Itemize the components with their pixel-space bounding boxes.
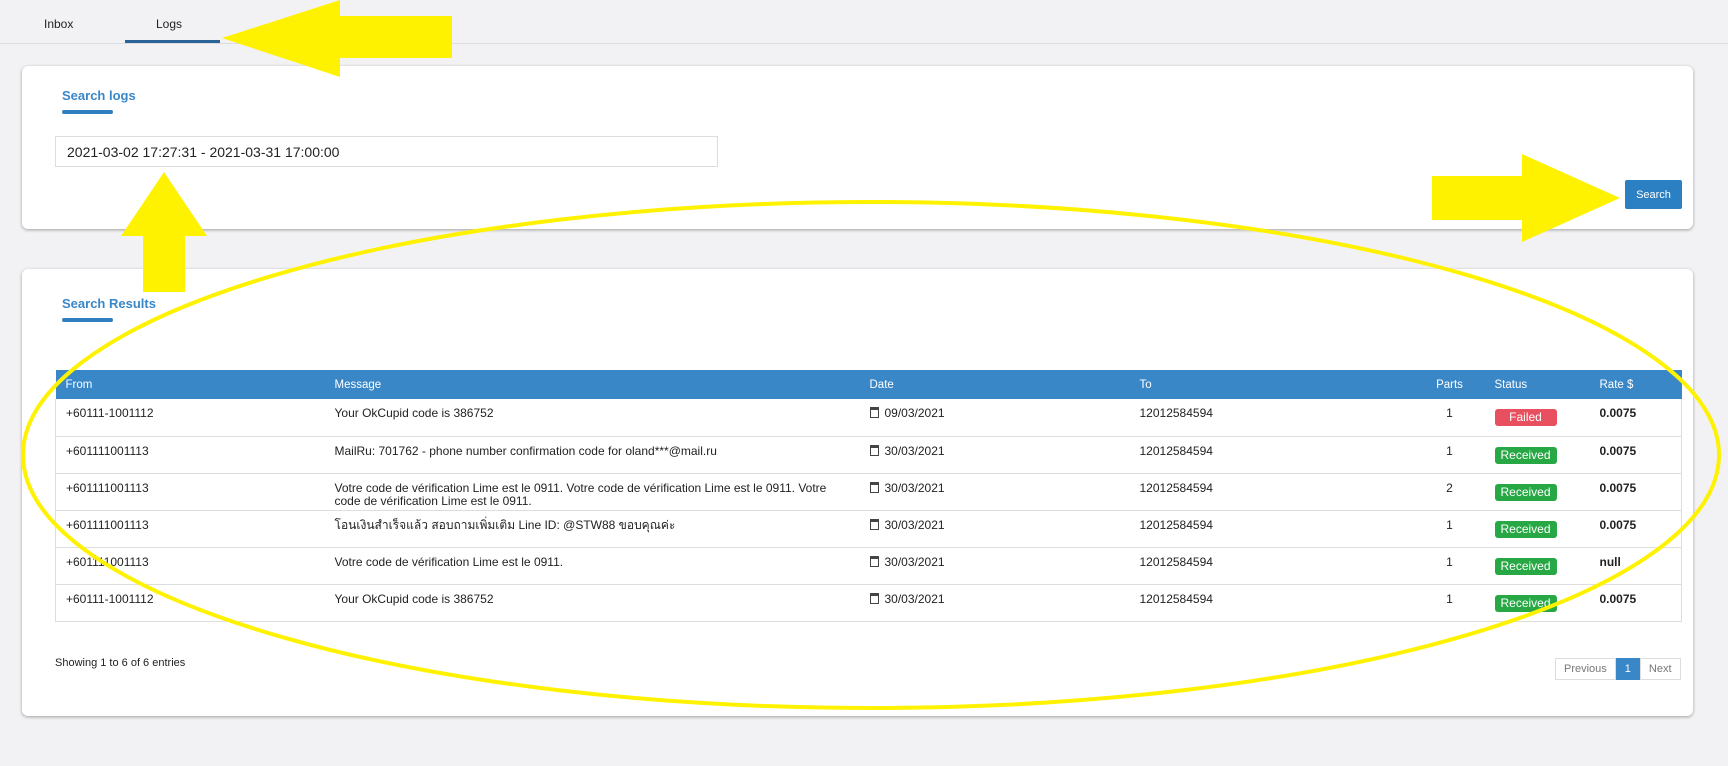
status-badge: Received — [1494, 594, 1557, 612]
status-badge: Received — [1494, 557, 1557, 575]
status-cell: Received — [1484, 547, 1590, 585]
calendar-icon — [869, 481, 879, 493]
previous-button[interactable]: Previous — [1555, 658, 1616, 680]
results-title: Search Results — [62, 296, 156, 322]
col-to[interactable]: To — [1129, 370, 1415, 399]
date-cell: 30/03/2021 — [859, 510, 1130, 548]
from-cell: +60111-1001112 — [55, 584, 325, 622]
parts-cell: 1 — [1414, 399, 1485, 437]
search-title: Search logs — [62, 88, 136, 114]
results-table: From Message Date To Parts Status Rate $… — [55, 370, 1682, 622]
date-range-input[interactable]: 2021-03-02 17:27:31 - 2021-03-31 17:00:0… — [55, 136, 718, 167]
message-cell: Your OkCupid code is 386752 — [324, 584, 860, 622]
col-message[interactable]: Message — [324, 370, 860, 399]
message-cell: Votre code de vérification Lime est le 0… — [324, 473, 860, 511]
date-text: 30/03/2021 — [884, 517, 945, 532]
table-row: +60111-1001112 Your OkCupid code is 3867… — [55, 584, 1682, 622]
table-row: +601111001113 MailRu: 701762 - phone num… — [55, 436, 1682, 474]
col-rate[interactable]: Rate $ — [1589, 370, 1682, 399]
status-cell: Received — [1484, 584, 1590, 622]
date-text: 09/03/2021 — [884, 406, 945, 420]
search-card: Search logs 2021-03-02 17:27:31 - 2021-0… — [22, 66, 1693, 229]
date-cell: 30/03/2021 — [859, 547, 1130, 585]
message-cell: โอนเงินสำเร็จแล้ว สอบถามเพิ่มเติม Line I… — [324, 510, 860, 548]
col-date[interactable]: Date — [859, 370, 1130, 399]
date-cell: 09/03/2021 — [859, 399, 1130, 437]
to-cell: 12012584594 — [1129, 436, 1415, 474]
calendar-icon — [869, 444, 879, 456]
col-from[interactable]: From — [55, 370, 325, 399]
table-header: From Message Date To Parts Status Rate $ — [55, 370, 1682, 399]
col-parts[interactable]: Parts — [1414, 370, 1485, 399]
status-cell: Failed — [1484, 399, 1590, 437]
table-row: +601111001113 โอนเงินสำเร็จแล้ว สอบถามเพ… — [55, 510, 1682, 548]
parts-cell: 1 — [1414, 510, 1485, 548]
calendar-icon — [869, 555, 879, 567]
from-cell: +601111001113 — [55, 510, 325, 548]
calendar-icon — [869, 407, 879, 418]
status-badge: Received — [1494, 446, 1557, 464]
date-cell: 30/03/2021 — [859, 436, 1130, 474]
to-cell: 12012584594 — [1129, 399, 1415, 437]
message-cell: MailRu: 701762 - phone number confirmati… — [324, 436, 860, 474]
date-cell: 30/03/2021 — [859, 473, 1130, 511]
col-status[interactable]: Status — [1484, 370, 1590, 399]
tab-logs[interactable]: Logs — [124, 17, 221, 43]
parts-cell: 1 — [1414, 584, 1485, 622]
date-text: 30/03/2021 — [884, 591, 945, 606]
to-cell: 12012584594 — [1129, 473, 1415, 511]
calendar-icon — [869, 518, 879, 530]
message-cell: Your OkCupid code is 386752 — [324, 399, 860, 437]
rate-cell: 0.0075 — [1589, 399, 1682, 437]
page-1-button[interactable]: 1 — [1615, 658, 1640, 680]
table-row: +601111001113 Votre code de vérification… — [55, 547, 1682, 585]
parts-cell: 2 — [1414, 473, 1485, 511]
results-card: Search Results From Message Date To Part… — [22, 269, 1693, 716]
rate-cell: 0.0075 — [1589, 510, 1682, 548]
from-cell: +601111001113 — [55, 547, 325, 585]
rate-cell: 0.0075 — [1589, 473, 1682, 511]
status-badge: Failed — [1494, 409, 1557, 426]
search-button[interactable]: Search — [1625, 180, 1682, 209]
entries-info: Showing 1 to 6 of 6 entries — [55, 657, 186, 669]
from-cell: +601111001113 — [55, 473, 325, 511]
calendar-icon — [869, 592, 879, 604]
rate-cell: 0.0075 — [1589, 436, 1682, 474]
rate-cell: 0.0075 — [1589, 584, 1682, 622]
pagination: Previous 1 Next — [1555, 658, 1681, 680]
table-row: +60111-1001112 Your OkCupid code is 3867… — [55, 399, 1682, 437]
date-text: 30/03/2021 — [884, 554, 945, 569]
parts-cell: 1 — [1414, 547, 1485, 585]
rate-cell: null — [1589, 547, 1682, 585]
to-cell: 12012584594 — [1129, 547, 1415, 585]
tab-inbox[interactable]: Inbox — [44, 17, 73, 31]
status-cell: Received — [1484, 473, 1590, 511]
status-cell: Received — [1484, 436, 1590, 474]
tab-bar: Inbox Logs — [0, 0, 1728, 44]
from-cell: +601111001113 — [55, 436, 325, 474]
message-cell: Votre code de vérification Lime est le 0… — [324, 547, 860, 585]
date-cell: 30/03/2021 — [859, 584, 1130, 622]
next-button[interactable]: Next — [1639, 658, 1681, 680]
parts-cell: 1 — [1414, 436, 1485, 474]
to-cell: 12012584594 — [1129, 584, 1415, 622]
date-text: 30/03/2021 — [884, 443, 945, 458]
date-text: 30/03/2021 — [884, 480, 945, 495]
status-badge: Received — [1494, 520, 1557, 538]
to-cell: 12012584594 — [1129, 510, 1415, 548]
status-cell: Received — [1484, 510, 1590, 548]
from-cell: +60111-1001112 — [55, 399, 325, 437]
table-row: +601111001113 Votre code de vérification… — [55, 473, 1682, 511]
status-badge: Received — [1494, 483, 1557, 501]
